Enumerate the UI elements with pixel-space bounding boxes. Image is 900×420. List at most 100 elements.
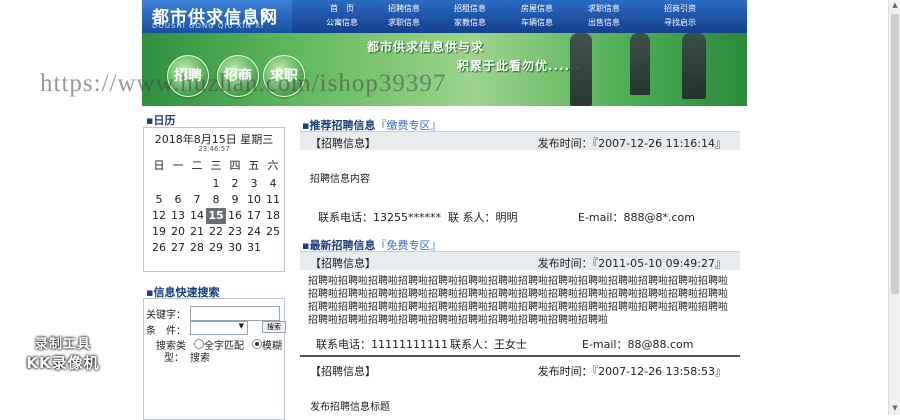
calendar-day[interactable]: 7 (187, 192, 207, 208)
logo-subtitle: DOUSHI GONG QIU XIN XI (152, 22, 264, 30)
post-body: 发布招聘信息标题 (310, 402, 390, 413)
radio-fuzzy-match[interactable] (252, 339, 262, 349)
calendar-heading: ▪日历 (146, 114, 176, 127)
calendar-day[interactable]: 13 (168, 208, 188, 224)
calendar-day[interactable]: 31 (244, 240, 264, 256)
calendar-day[interactable]: 21 (187, 224, 207, 240)
nav-rent[interactable]: 招租信息 (440, 3, 500, 14)
calendar-day[interactable]: 19 (149, 224, 169, 240)
calendar-day[interactable]: 11 (263, 192, 283, 208)
calendar-day[interactable]: 3 (244, 176, 264, 192)
nav-recruit[interactable]: 招聘信息 (374, 3, 434, 14)
main-nav: 首 页 招聘信息 招租信息 房屋信息 求职信息 招商引资 公寓信息 求职信息 家… (312, 1, 742, 32)
banner-person-image (570, 33, 592, 106)
calendar-day[interactable]: 8 (206, 192, 226, 208)
post-time: 发布时间：『2007-12-26 13:58:53』 (537, 365, 726, 378)
calendar-day[interactable]: 26 (149, 240, 169, 256)
calendar-day[interactable]: 9 (225, 192, 245, 208)
weekday-label: 六 (267, 159, 279, 172)
calendar-day[interactable]: 27 (168, 240, 188, 256)
radio-exact-match[interactable] (194, 339, 204, 349)
calendar: 2018年8月15日 星期三 23:46:57 日 一 二 三 四 五 六 12… (143, 127, 285, 272)
calendar-day[interactable]: 29 (206, 240, 226, 256)
calendar-day[interactable]: 2 (225, 176, 245, 192)
condition-label: 条 件： (146, 326, 186, 337)
calendar-day[interactable]: 4 (263, 176, 283, 192)
calendar-day[interactable]: 24 (244, 224, 264, 240)
calendar-day[interactable]: 10 (244, 192, 264, 208)
post-header: 【招聘信息】 发布时间：『2007-12-26 13:58:53』 (300, 360, 740, 378)
nav-housing[interactable]: 房屋信息 (507, 3, 567, 14)
calendar-day[interactable]: 22 (206, 224, 226, 240)
post-category: 【招聘信息】 (310, 365, 376, 378)
calendar-day[interactable]: 30 (225, 240, 245, 256)
calendar-day[interactable]: 5 (149, 192, 169, 208)
scroll-down-icon[interactable]: ▼ (889, 404, 900, 412)
post-contact: 联 系人：明明 (448, 211, 518, 224)
banner-slogan-1: 都市供求信息供与求 (367, 40, 485, 54)
nav-vehicle[interactable]: 车辆信息 (507, 17, 567, 28)
site-logo[interactable]: 都市供求信息网 e DOUSHI GONG QIU XIN XI (142, 0, 292, 33)
weekday-label: 四 (229, 159, 241, 172)
quick-search: 关键字： 条 件： ▼ 搜索 搜索类 全字匹配 模糊 型： 搜索 (143, 298, 286, 420)
scrollbar-thumb[interactable] (891, 14, 899, 294)
post-time: 发布时间：『2007-12-26 11:16:14』 (537, 137, 726, 150)
weekday-label: 三 (210, 159, 222, 172)
post-category: 【招聘信息】 (310, 257, 376, 270)
calendar-day[interactable]: 14 (187, 208, 207, 224)
nav-jobseek-2[interactable]: 求职信息 (374, 17, 434, 28)
recorder-line-2: KK录像机 (26, 354, 100, 372)
calendar-day[interactable]: 16 (225, 208, 245, 224)
scroll-up-icon[interactable]: ▲ (889, 1, 900, 9)
calendar-day[interactable]: 18 (263, 208, 283, 224)
keyword-label: 关键字： (146, 310, 186, 321)
recorder-watermark: 录制工具 KK录像机 (8, 333, 118, 373)
nav-sale[interactable]: 出售信息 (574, 17, 634, 28)
calendar-day[interactable]: 12 (149, 208, 169, 224)
post-body: 招聘信息内容 (310, 174, 370, 185)
nav-jobseek[interactable]: 求职信息 (574, 3, 634, 14)
vertical-scrollbar[interactable]: ▲ ▼ (888, 0, 900, 415)
recommended-post[interactable]: 【招聘信息】 发布时间：『2007-12-26 11:16:14』 招聘信息内容… (300, 131, 740, 229)
post-time: 发布时间：『2011-05-10 09:49:27』 (537, 257, 726, 270)
calendar-weekdays: 日 一 二 三 四 五 六 (149, 157, 285, 173)
main-content: ▪推荐招聘信息『缴费专区』 【招聘信息】 发布时间：『2007-12-26 11… (298, 112, 742, 415)
latest-post[interactable]: 【招聘信息】 发布时间：『2007-12-26 13:58:53』 发布招聘信息… (300, 360, 740, 415)
post-header: 【招聘信息】 发布时间：『2011-05-10 09:49:27』 (300, 251, 740, 270)
recorder-line-1: 录制工具 (34, 337, 91, 352)
calendar-day[interactable]: 1 (206, 176, 226, 192)
radio-fuzzy-label: 模糊 (262, 341, 282, 352)
calendar-day[interactable]: 17 (244, 208, 264, 224)
weekday-label: 二 (191, 159, 203, 172)
weekday-label: 五 (248, 159, 260, 172)
calendar-day-today[interactable]: 15 (206, 208, 226, 224)
nav-apartment[interactable]: 公寓信息 (312, 17, 372, 28)
radio-exact-label: 全字匹配 (204, 341, 244, 352)
nav-home[interactable]: 首 页 (312, 3, 372, 14)
search-button[interactable]: 搜索 (262, 321, 286, 333)
condition-select[interactable]: ▼ (190, 321, 248, 335)
banner-person-image (682, 33, 706, 99)
watermark: https://www.huzhan.com/ishop39397 (40, 70, 447, 97)
calendar-day[interactable]: 25 (263, 224, 283, 240)
keyword-input[interactable] (190, 306, 280, 321)
calendar-day[interactable]: 28 (187, 240, 207, 256)
post-divider (300, 355, 740, 357)
post-phone: 联系电话：13255****** (318, 211, 441, 224)
post-header: 【招聘信息】 发布时间：『2007-12-26 11:16:14』 (300, 131, 740, 150)
latest-post[interactable]: 【招聘信息】 发布时间：『2011-05-10 09:49:27』 招聘啦招聘啦… (300, 251, 740, 353)
search-type-label-2: 型： (164, 353, 184, 364)
nav-invest[interactable]: 招商引资 (650, 3, 710, 14)
calendar-day[interactable]: 20 (168, 224, 188, 240)
weekday-label: 日 (153, 159, 165, 172)
weekday-label: 一 (172, 159, 184, 172)
nav-lost-found[interactable]: 寻找启示 (650, 17, 710, 28)
calendar-day[interactable]: 6 (168, 192, 188, 208)
calendar-grid: 1 2 3 4 5 6 7 8 9 10 11 12 13 14 15 16 17 18 19 20 21 22 23 24 2… (149, 176, 285, 272)
post-category: 【招聘信息】 (310, 137, 376, 150)
left-sidebar: ▪日历 2018年8月15日 星期三 23:46:57 日 一 二 三 四 五 … (143, 112, 286, 420)
post-contact: 联系人：王女士 (450, 338, 527, 351)
calendar-day[interactable]: 23 (225, 224, 245, 240)
nav-tutor[interactable]: 家教信息 (440, 17, 500, 28)
chevron-down-icon: ▼ (238, 322, 244, 330)
